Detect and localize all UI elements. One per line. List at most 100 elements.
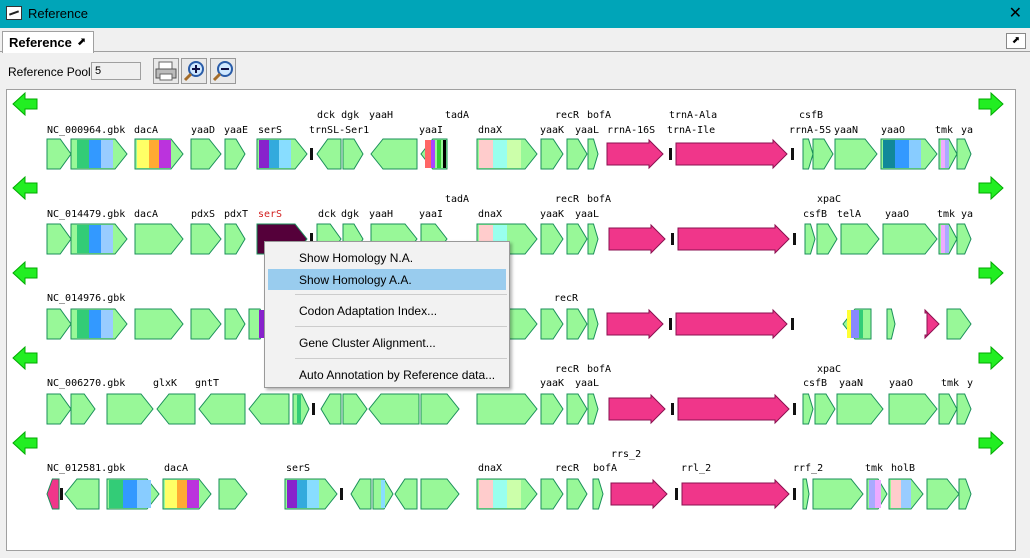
rrna-arrow[interactable] [610, 478, 668, 510]
gene-arrow[interactable] [587, 223, 599, 255]
gene-arrow[interactable] [956, 223, 972, 255]
gene-arrow[interactable] [506, 308, 538, 340]
gene-arrow[interactable] [814, 393, 836, 425]
tab-reference[interactable]: Reference ⬈ [2, 31, 94, 53]
gene-arrow[interactable] [46, 223, 72, 255]
reference-pool-input[interactable] [91, 62, 141, 80]
scroll-left-arrow[interactable] [12, 175, 38, 201]
gene-arrow[interactable] [134, 223, 184, 255]
menu-item-gene-cluster-alignment[interactable]: Gene Cluster Alignment... [268, 332, 506, 353]
gene-arrow[interactable] [106, 393, 154, 425]
gene-arrow[interactable] [888, 393, 938, 425]
gene-arrow[interactable] [812, 138, 834, 170]
gene-arrow[interactable] [224, 138, 246, 170]
gene-arrow[interactable] [566, 138, 588, 170]
scroll-right-arrow[interactable] [978, 91, 1004, 117]
gene-arrow[interactable] [342, 393, 368, 425]
gene-arrow[interactable] [342, 138, 364, 170]
gene-arrow[interactable] [476, 393, 538, 425]
gene-arrow[interactable] [46, 478, 60, 510]
gene-arrow[interactable] [64, 478, 100, 510]
gene-arrow[interactable] [566, 478, 588, 510]
gene-arrow[interactable] [804, 223, 816, 255]
gene-arrow[interactable] [540, 393, 564, 425]
print-button[interactable] [153, 58, 179, 84]
gene-arrow[interactable] [802, 393, 814, 425]
pin-icon[interactable]: ⬈ [77, 35, 86, 48]
gene-arrow[interactable] [566, 223, 588, 255]
gene-arrow[interactable] [587, 393, 599, 425]
gene-arrow[interactable] [938, 393, 958, 425]
rrna-arrow[interactable] [675, 138, 788, 170]
zoom-in-button[interactable] [181, 58, 207, 84]
gene-arrow[interactable] [156, 393, 196, 425]
gene-arrow[interactable] [812, 478, 864, 510]
rrna-arrow[interactable] [924, 308, 940, 340]
rrna-arrow[interactable] [675, 308, 788, 340]
gene-arrow[interactable] [420, 478, 460, 510]
gene-arrow[interactable] [190, 308, 222, 340]
gene-arrow[interactable] [566, 308, 588, 340]
menu-item-codon-adaptation-index[interactable]: Codon Adaptation Index... [268, 300, 506, 321]
genome-map[interactable]: NC_000964.gbk dacA yaaD yaaE serS trnSL-Ser1 y… [7, 90, 1016, 551]
gene-arrow[interactable] [190, 138, 222, 170]
scroll-left-arrow[interactable] [12, 260, 38, 286]
gene-arrow[interactable] [394, 478, 418, 510]
scroll-right-arrow[interactable] [978, 345, 1004, 371]
menu-item-show-homology-na[interactable]: Show Homology N.A. [268, 247, 506, 268]
gene-arrow[interactable] [46, 393, 72, 425]
rrna-arrow[interactable] [608, 393, 666, 425]
gene-arrow[interactable] [134, 308, 184, 340]
gene-arrow[interactable] [46, 138, 72, 170]
gene-arrow[interactable] [420, 393, 460, 425]
scroll-left-arrow[interactable] [12, 345, 38, 371]
gene-arrow[interactable] [316, 138, 342, 170]
scroll-left-arrow[interactable] [12, 430, 38, 456]
gene-arrow[interactable] [320, 393, 342, 425]
gene-arrow[interactable] [190, 223, 222, 255]
rrna-arrow[interactable] [677, 393, 790, 425]
gene-arrow[interactable] [882, 223, 938, 255]
gene-arrow[interactable] [248, 393, 290, 425]
gene-arrow[interactable] [218, 478, 248, 510]
gene-arrow[interactable] [886, 308, 896, 340]
gene-arrow[interactable] [587, 138, 599, 170]
gene-arrow[interactable] [540, 308, 564, 340]
gene-arrow[interactable] [802, 138, 814, 170]
gene-arrow[interactable] [956, 393, 972, 425]
gene-arrow[interactable] [350, 478, 372, 510]
gene-arrow[interactable] [834, 138, 878, 170]
gene-arrow[interactable] [198, 393, 246, 425]
rrna-arrow[interactable] [677, 223, 790, 255]
gene-arrow[interactable] [46, 308, 72, 340]
gene-arrow[interactable] [540, 138, 564, 170]
gene-arrow[interactable] [370, 138, 418, 170]
gene-arrow[interactable] [70, 393, 96, 425]
gene-arrow[interactable] [587, 308, 599, 340]
rrna-arrow[interactable] [606, 308, 664, 340]
rrna-arrow[interactable] [606, 138, 664, 170]
rrna-arrow[interactable] [681, 478, 790, 510]
gene-arrow[interactable] [540, 223, 564, 255]
gene-arrow[interactable] [958, 478, 972, 510]
scroll-right-arrow[interactable] [978, 175, 1004, 201]
gene-arrow[interactable] [836, 393, 884, 425]
scroll-left-arrow[interactable] [12, 91, 38, 117]
zoom-out-button[interactable] [210, 58, 236, 84]
scroll-right-arrow[interactable] [978, 430, 1004, 456]
gene-arrow[interactable] [946, 308, 972, 340]
gene-arrow[interactable] [566, 393, 588, 425]
close-icon[interactable]: ✕ [1009, 3, 1022, 22]
genome-map-panel[interactable]: NC_000964.gbk dacA yaaD yaaE serS trnSL-Ser1 y… [6, 89, 1016, 551]
gene-arrow[interactable] [926, 478, 960, 510]
gene-arrow[interactable] [816, 223, 838, 255]
rrna-arrow[interactable] [608, 223, 666, 255]
menu-item-auto-annotation[interactable]: Auto Annotation by Reference data... [268, 364, 506, 385]
panel-menu-button[interactable]: ⬈ [1006, 33, 1026, 49]
gene-arrow[interactable] [802, 478, 810, 510]
gene-arrow[interactable] [592, 478, 604, 510]
gene-arrow[interactable] [540, 478, 564, 510]
gene-arrow[interactable] [224, 308, 246, 340]
gene-arrow[interactable] [224, 223, 246, 255]
gene-arrow[interactable] [840, 223, 880, 255]
